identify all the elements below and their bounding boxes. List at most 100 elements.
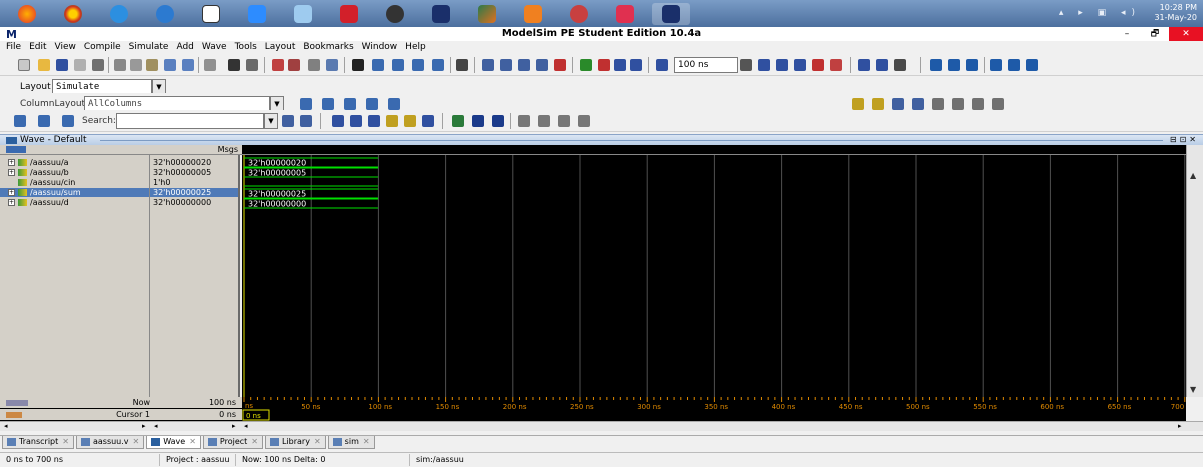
taskbar-app-12[interactable]: [560, 3, 598, 25]
signal-format-1-icon[interactable]: [452, 115, 464, 127]
break-icon[interactable]: [456, 59, 468, 71]
prev-edge-icon[interactable]: [892, 98, 904, 110]
help-icon[interactable]: [204, 59, 216, 71]
scroll-up-icon[interactable]: ▲: [1190, 171, 1196, 180]
stretch-mode-icon[interactable]: [412, 59, 424, 71]
edge-search-icon[interactable]: [992, 98, 1004, 110]
expand-icon[interactable]: +: [8, 159, 15, 166]
step-into-icon[interactable]: [930, 59, 942, 71]
tab-sim[interactable]: sim ✕: [327, 436, 375, 449]
copy-wave-icon[interactable]: [308, 59, 320, 71]
compile-icon[interactable]: [482, 59, 494, 71]
taskbar-modelsim-active[interactable]: [652, 2, 690, 25]
zoom-out-icon[interactable]: [350, 115, 362, 127]
delete-icon[interactable]: [288, 59, 300, 71]
paste-icon[interactable]: [146, 59, 158, 71]
clock[interactable]: 10:28 PM 31-May-20: [1154, 3, 1197, 23]
waveform-area[interactable]: 32'h00000020 32'h00000005 32'h00000025 3…: [242, 155, 1186, 397]
scroll-right-icon[interactable]: ▸: [1178, 422, 1182, 430]
expand-icon[interactable]: +: [8, 199, 15, 206]
step-over-icon[interactable]: [948, 59, 960, 71]
signal-row-sum[interactable]: + /aassuu/sum: [0, 188, 149, 197]
zoom-in-icon[interactable]: [332, 115, 344, 127]
menu-edit[interactable]: Edit: [29, 41, 46, 54]
run-length-input[interactable]: 100 ns: [674, 57, 738, 73]
copy-icon[interactable]: [130, 59, 142, 71]
zoom-last-icon[interactable]: [422, 115, 434, 127]
tab-source[interactable]: aassuu.v ✕: [75, 436, 145, 449]
forward-icon[interactable]: [630, 59, 642, 71]
select-mode-icon[interactable]: [352, 59, 364, 71]
step-out-fn-icon[interactable]: [1026, 59, 1038, 71]
menu-help[interactable]: Help: [405, 41, 426, 54]
signal-format-6-icon[interactable]: [558, 115, 570, 127]
signal-format-2-icon[interactable]: [472, 115, 484, 127]
menu-compile[interactable]: Compile: [84, 41, 121, 54]
signal-format-4-icon[interactable]: [518, 115, 530, 127]
taskbar-ie[interactable]: [100, 3, 138, 25]
undo-icon[interactable]: [164, 59, 176, 71]
memory-icon[interactable]: [876, 59, 888, 71]
signal-row-a[interactable]: + /aassuu/a: [0, 158, 149, 167]
expand-icon[interactable]: +: [8, 189, 15, 196]
wave-add-icon[interactable]: [300, 98, 312, 110]
signal-tools-icon[interactable]: [6, 146, 26, 153]
find-icon[interactable]: [228, 59, 240, 71]
taskbar-zoom[interactable]: [238, 3, 276, 25]
move-mode-icon[interactable]: [432, 59, 444, 71]
wave-group-icon[interactable]: [366, 98, 378, 110]
wave-horizontal-scrollbar[interactable]: ◂ ▸ ◂ ▸ ◂ ▸: [0, 421, 1203, 431]
wave-ungroup-icon[interactable]: [388, 98, 400, 110]
menu-window[interactable]: Window: [362, 41, 398, 54]
now-tools-icon[interactable]: [6, 400, 28, 406]
scroll-left-icon[interactable]: ◂: [244, 422, 248, 430]
time-axis[interactable]: 50 ns 100 ns 150 ns 200 ns 250 ns 300 ns 350 n…: [242, 397, 1186, 421]
restart-icon[interactable]: [580, 59, 592, 71]
compile-all-icon[interactable]: [500, 59, 512, 71]
zoom-region-icon[interactable]: [404, 115, 416, 127]
step-over-fn-icon[interactable]: [1008, 59, 1020, 71]
waveform-canvas[interactable]: 32'h00000020 32'h00000005 32'h00000025 3…: [242, 155, 1186, 397]
search-binoculars-icon[interactable]: [282, 115, 294, 127]
stop-icon[interactable]: [554, 59, 566, 71]
scroll-left-icon[interactable]: ◂: [154, 422, 158, 430]
step-into-fn-icon[interactable]: [990, 59, 1002, 71]
cut-wave-icon[interactable]: [272, 59, 284, 71]
edit-mode-icon[interactable]: [392, 59, 404, 71]
performance-icon[interactable]: [858, 59, 870, 71]
cursor-add-icon[interactable]: [852, 98, 864, 110]
menu-file[interactable]: File: [6, 41, 21, 54]
cursor-row[interactable]: Cursor 1 0 ns: [0, 409, 242, 420]
reload-icon[interactable]: [74, 59, 86, 71]
continue-icon[interactable]: [776, 59, 788, 71]
simulate-icon[interactable]: [518, 59, 530, 71]
taskbar-chrome[interactable]: [54, 3, 92, 25]
wave-next-icon[interactable]: [62, 115, 74, 127]
taskbar-matlab[interactable]: [468, 3, 506, 25]
zoom-mode-icon[interactable]: [372, 59, 384, 71]
menu-wave[interactable]: Wave: [202, 41, 227, 54]
taskbar-app-8[interactable]: [376, 3, 414, 25]
wave-window-controls[interactable]: ⊟⊡✕: [1170, 135, 1199, 144]
taskbar-app-3[interactable]: [146, 3, 184, 25]
scroll-down-icon[interactable]: ▼: [1190, 385, 1196, 394]
print-icon[interactable]: [92, 59, 104, 71]
taskbar-7zip[interactable]: [192, 3, 230, 25]
redo-icon[interactable]: [182, 59, 194, 71]
close-icon[interactable]: ✕: [314, 436, 321, 448]
cursor-delete-icon[interactable]: [872, 98, 884, 110]
scroll-right-icon[interactable]: ▸: [142, 422, 146, 430]
taskbar-app-13[interactable]: [606, 3, 644, 25]
step-icon[interactable]: [598, 59, 610, 71]
restart-sim-icon[interactable]: [656, 59, 668, 71]
tab-transcript[interactable]: Transcript ✕: [2, 436, 74, 449]
system-tray[interactable]: ▴ ▸ ▣ ◂): [1059, 8, 1141, 18]
wave-insert-icon[interactable]: [322, 98, 334, 110]
expand-icon[interactable]: +: [8, 169, 15, 176]
tab-library[interactable]: Library ✕: [264, 436, 326, 449]
search-input[interactable]: [116, 113, 264, 129]
new-file-icon[interactable]: [18, 59, 30, 71]
maximize-button[interactable]: 🗗: [1141, 27, 1169, 41]
run-length-spinner-icon[interactable]: [740, 59, 752, 71]
taskbar-vlc[interactable]: [514, 3, 552, 25]
